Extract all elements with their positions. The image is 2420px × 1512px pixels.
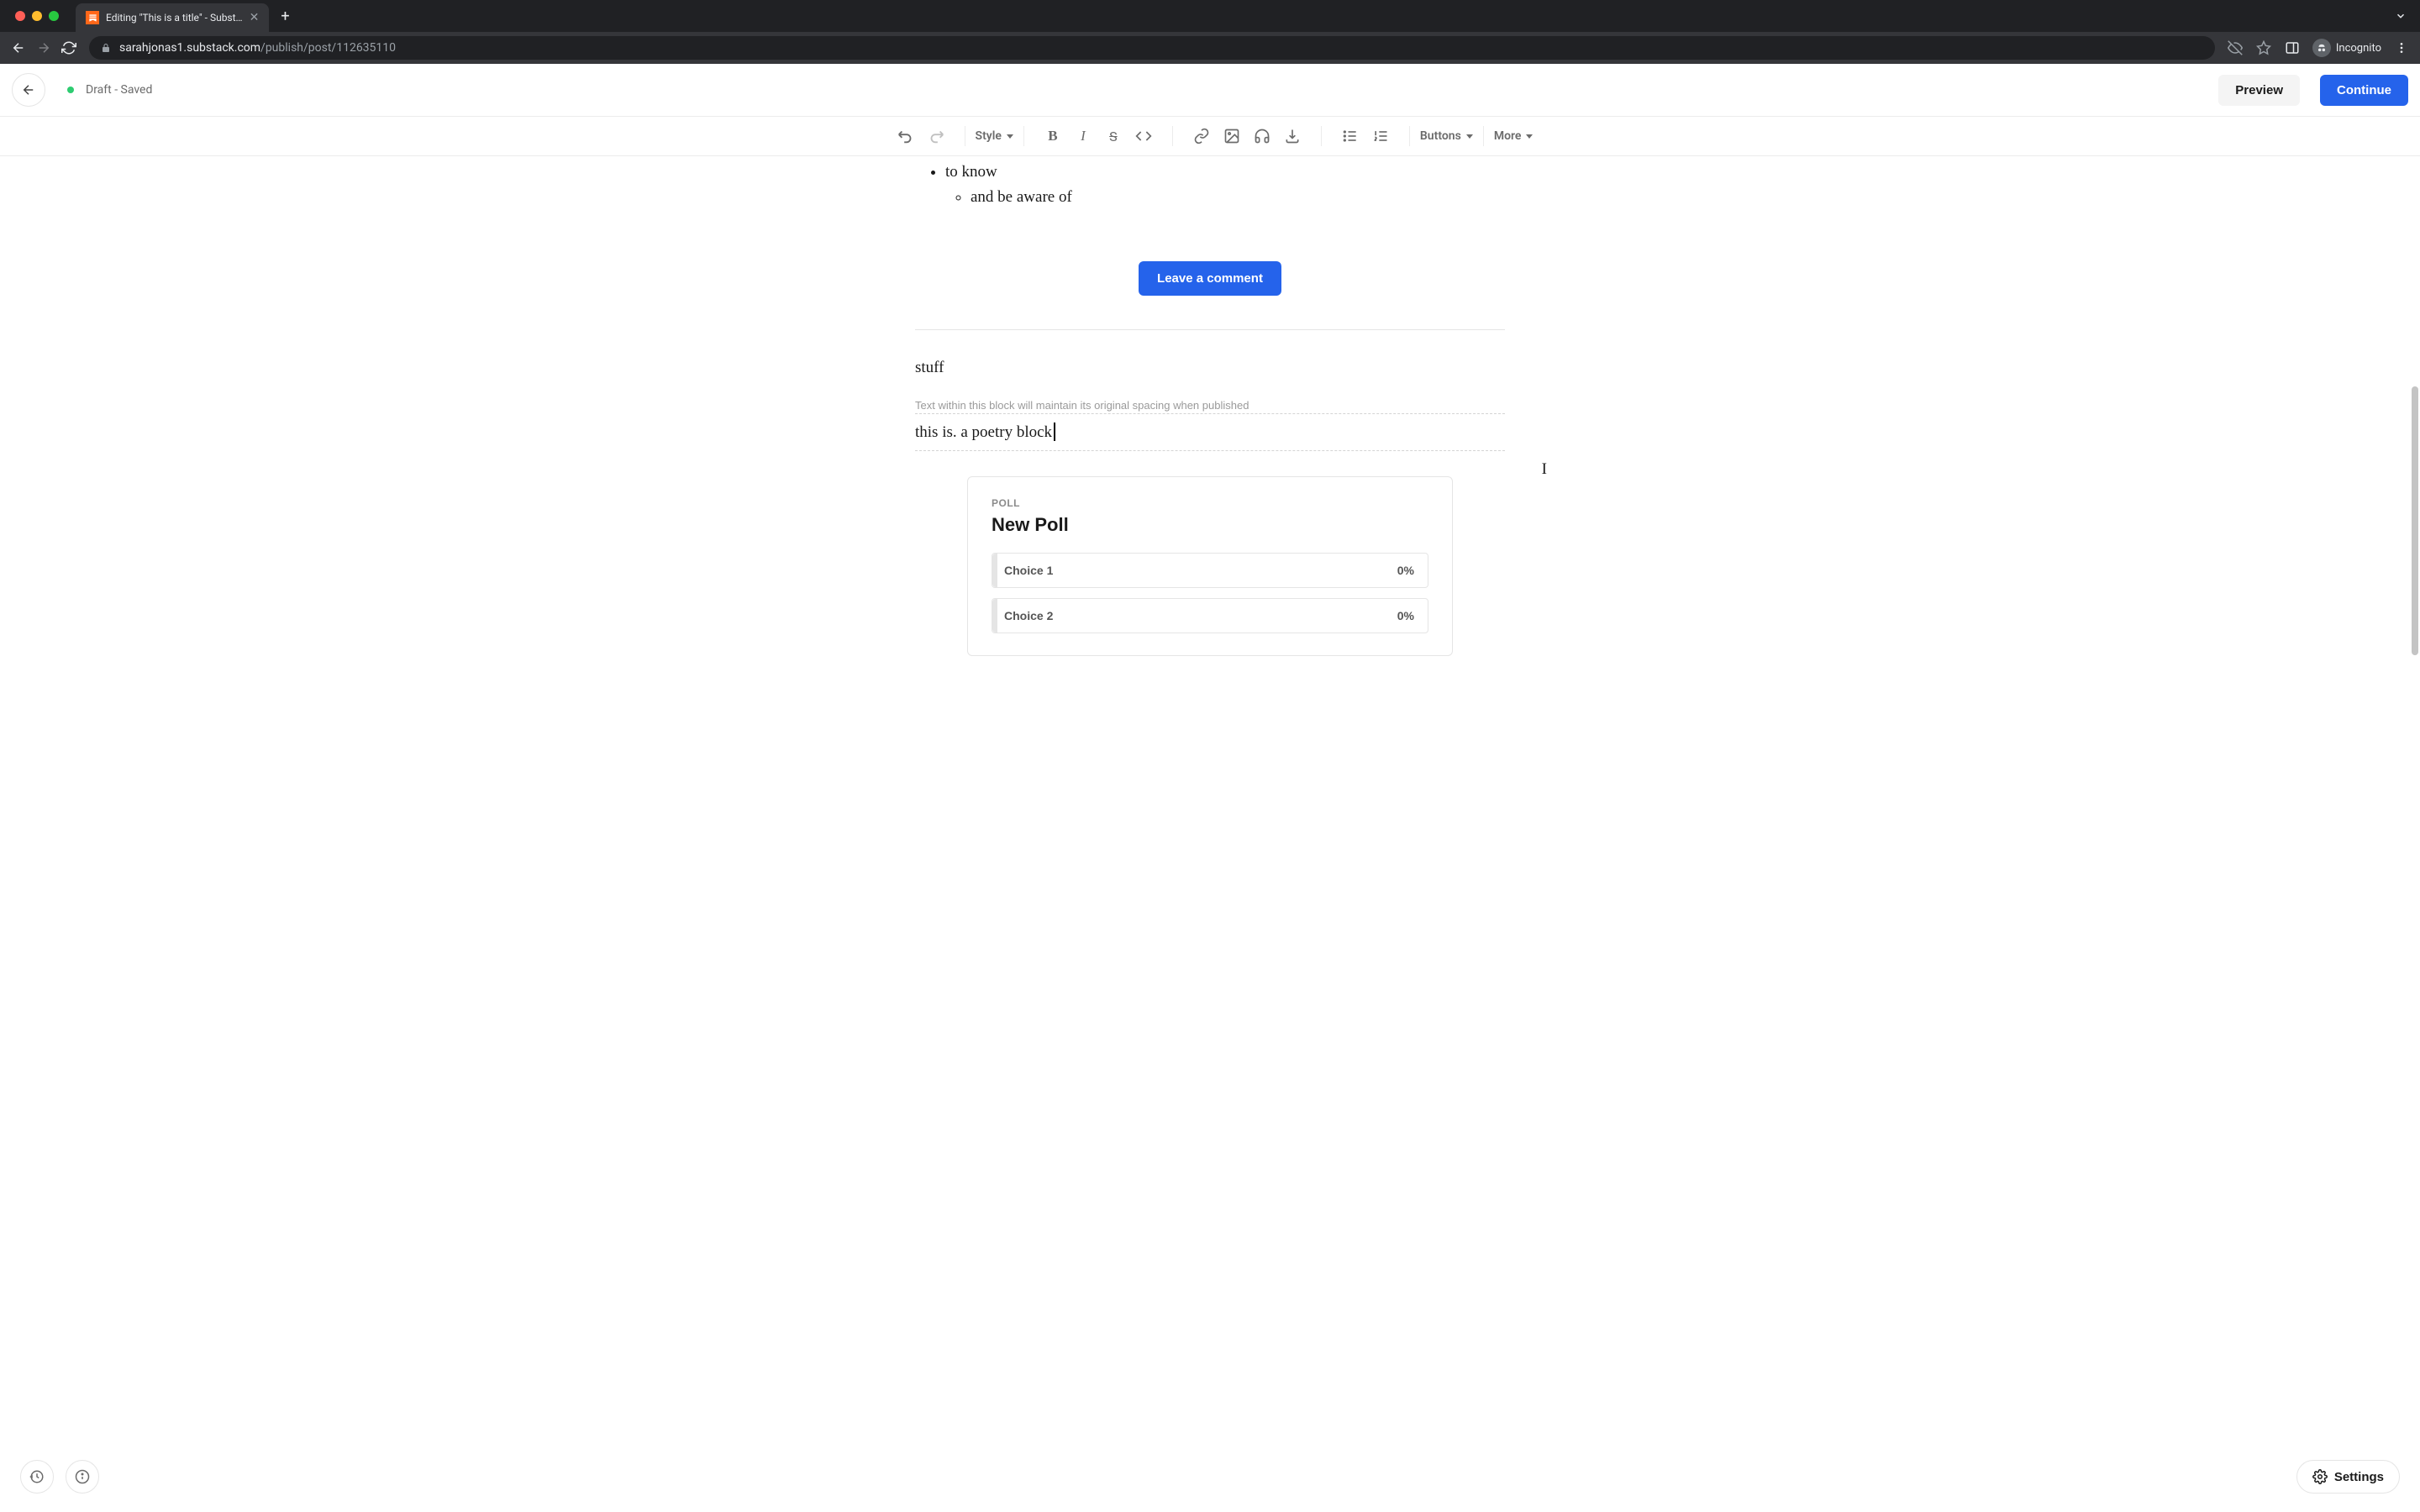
lock-icon [101, 43, 111, 53]
image-icon[interactable] [1218, 123, 1245, 150]
substack-favicon [86, 11, 99, 24]
continue-button[interactable]: Continue [2320, 75, 2408, 106]
italic-icon[interactable]: I [1070, 123, 1097, 150]
eye-off-icon[interactable] [2227, 39, 2244, 56]
bold-icon[interactable]: B [1039, 123, 1066, 150]
embed-icon[interactable] [1279, 123, 1306, 150]
close-tab-icon[interactable]: ✕ [250, 11, 260, 24]
poetry-block[interactable]: this is. a poetry block I [915, 413, 1505, 451]
scrollbar[interactable] [2412, 386, 2418, 655]
footer-left-actions [20, 1460, 99, 1494]
paragraph-text[interactable]: stuff [915, 359, 1505, 377]
tab-title: Editing "This is a title" - Subst… [106, 12, 243, 24]
chevron-down-icon [1007, 134, 1013, 139]
poll-choice-label: Choice 2 [1004, 609, 1053, 622]
browser-tab[interactable]: Editing "This is a title" - Subst… ✕ [76, 3, 269, 32]
save-status-dot [67, 87, 74, 93]
preview-button[interactable]: Preview [2218, 75, 2300, 106]
settings-button[interactable]: Settings [2296, 1460, 2400, 1494]
buttons-dropdown[interactable]: Buttons [1415, 129, 1478, 143]
nav-back-icon[interactable] [10, 39, 27, 56]
bullet-list-icon[interactable] [1337, 123, 1364, 150]
tabs-dropdown-icon[interactable] [2395, 10, 2407, 22]
address-bar: sarahjonas1.substack.com/publish/post/11… [0, 32, 2420, 64]
nested-list[interactable]: and be aware of [971, 185, 1505, 210]
info-button[interactable] [66, 1460, 99, 1494]
redo-icon[interactable] [923, 123, 950, 150]
style-dropdown[interactable]: Style [971, 129, 1018, 143]
text-cursor [1054, 423, 1055, 441]
more-dropdown[interactable]: More [1489, 129, 1539, 143]
link-icon[interactable] [1188, 123, 1215, 150]
poll-choice-label: Choice 1 [1004, 564, 1053, 577]
editor-header: Draft - Saved Preview Continue [0, 64, 2420, 116]
poll-choice-percent: 0% [1397, 564, 1414, 577]
bullet-list[interactable]: to know and be aware of [915, 160, 1505, 211]
close-window-button[interactable] [15, 11, 25, 21]
panel-icon[interactable] [2284, 39, 2301, 56]
poll-title[interactable]: New Poll [992, 514, 1428, 536]
poll-block[interactable]: POLL New Poll Choice 1 0% Choice 2 0% [967, 476, 1453, 656]
maximize-window-button[interactable] [49, 11, 59, 21]
minimize-window-button[interactable] [32, 11, 42, 21]
tab-bar: Editing "This is a title" - Subst… ✕ + [0, 0, 2420, 32]
divider [915, 329, 1505, 330]
undo-icon[interactable] [892, 123, 919, 150]
window-controls [15, 11, 59, 21]
text-caret-cursor: I [1542, 460, 1547, 479]
poll-choice[interactable]: Choice 2 0% [992, 598, 1428, 633]
star-icon[interactable] [2255, 39, 2272, 56]
url-bar[interactable]: sarahjonas1.substack.com/publish/post/11… [89, 36, 2215, 60]
ordered-list-icon[interactable] [1367, 123, 1394, 150]
incognito-badge[interactable]: Incognito [2312, 39, 2381, 57]
audio-icon[interactable] [1249, 123, 1276, 150]
poll-label: POLL [992, 497, 1428, 509]
history-button[interactable] [20, 1460, 54, 1494]
footer-right-actions: Settings [2296, 1460, 2400, 1494]
gear-icon [2312, 1469, 2328, 1484]
browser-chrome: Editing "This is a title" - Subst… ✕ + s… [0, 0, 2420, 64]
reload-icon[interactable] [60, 39, 77, 56]
poll-choice-percent: 0% [1397, 609, 1414, 622]
save-status-text: Draft - Saved [86, 83, 152, 97]
incognito-icon [2312, 39, 2331, 57]
code-icon[interactable] [1130, 123, 1157, 150]
poll-choice[interactable]: Choice 1 0% [992, 553, 1428, 588]
url-text: sarahjonas1.substack.com/publish/post/11… [119, 41, 396, 55]
strikethrough-icon[interactable]: S [1100, 123, 1127, 150]
chevron-down-icon [1526, 134, 1533, 139]
editor-toolbar: Style B I S Buttons [0, 116, 2420, 156]
nav-forward-icon[interactable] [35, 39, 52, 56]
new-tab-button[interactable]: + [281, 8, 289, 25]
back-button[interactable] [12, 73, 45, 107]
list-item[interactable]: and be aware of [971, 185, 1505, 210]
editor-content[interactable]: to know and be aware of Leave a comment … [915, 156, 1505, 656]
leave-comment-button[interactable]: Leave a comment [1139, 261, 1281, 296]
poetry-block-hint: Text within this block will maintain its… [915, 399, 1505, 412]
kebab-menu-icon[interactable] [2393, 39, 2410, 56]
chevron-down-icon [1466, 134, 1473, 139]
list-item[interactable]: to know and be aware of [945, 160, 1505, 211]
